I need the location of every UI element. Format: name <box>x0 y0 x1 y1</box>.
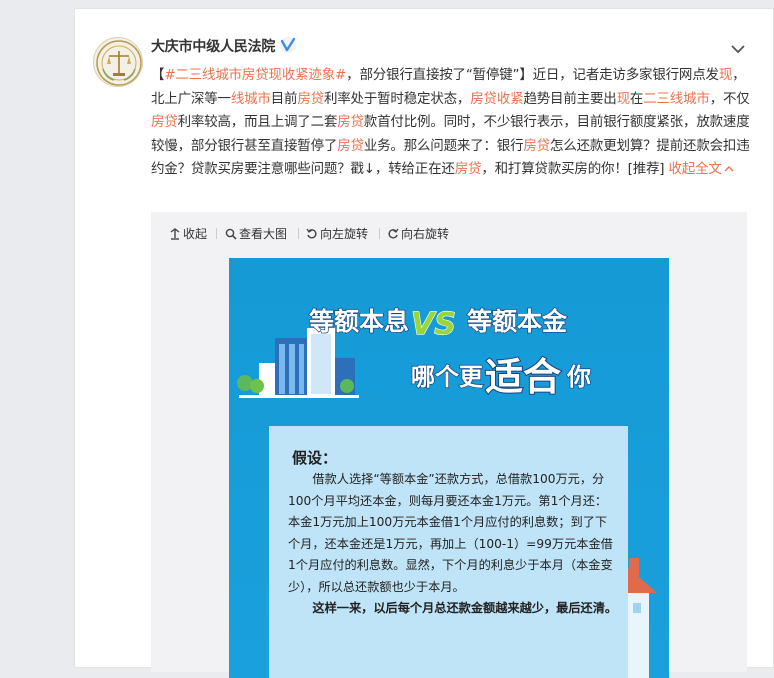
collapse-icon <box>170 227 180 240</box>
city-buildings-illustration <box>237 328 359 398</box>
magnifier-icon <box>225 228 237 240</box>
post-body: 【#二三线城市房贷现收紧迹象#，部分银行直接按了“暂停键”】近日，记者走访多家银… <box>151 67 750 177</box>
panel-paragraph-2: 这样一来，以后每个月总还款金额越来越少，最后还清。 <box>312 601 618 615</box>
weibo-post-card: 大庆市中级人民法院 【#二三线城市房贷现收紧迹象#，部分银行直接按了“暂停键”】… <box>74 8 774 678</box>
svg-text:VS: VS <box>411 307 456 342</box>
media-toolbar: 收起 查看大图 向左旋转 向右旋转 <box>151 212 747 252</box>
panel-text: 借款人选择“等额本金”还款方式，总借款100万元，分100个月平均还本金，则每月… <box>288 469 618 620</box>
infographic-image[interactable]: 等额本息 VS 等额本金 哪个更 适合 你 假设： 借款人选择“等额本金”还款方… <box>229 258 669 678</box>
chevron-down-icon[interactable] <box>731 39 745 54</box>
rotate-left-icon <box>306 228 317 239</box>
assumption-panel: 假设： 借款人选择“等额本金”还款方式，总借款100万元，分100个月平均还本金… <box>269 426 628 678</box>
court-emblem-icon <box>96 40 142 86</box>
collapse-image-button[interactable]: 收起 <box>169 225 207 242</box>
author-name[interactable]: 大庆市中级人民法院 <box>151 36 275 56</box>
svg-text:等额本息: 等额本息 <box>309 307 409 336</box>
rotate-right-button[interactable]: 向右旋转 <box>387 225 449 242</box>
svg-text:适合: 适合 <box>485 355 561 399</box>
collapse-text-link[interactable]: 收起全文 <box>668 161 734 177</box>
toolbar-divider <box>298 228 299 239</box>
panel-title: 假设： <box>292 449 338 467</box>
topic-link[interactable]: #二三线城市房贷现收紧迹象# <box>164 67 346 83</box>
author-avatar[interactable] <box>93 37 143 87</box>
chevron-up-icon <box>724 166 734 172</box>
media-viewer: 收起 查看大图 向左旋转 向右旋转 等额本息 VS 等额本金 哪个更 适合 你 … <box>151 212 747 678</box>
panel-paragraph-1: 借款人选择“等额本金”还款方式，总借款100万元，分100个月平均还本金，则每月… <box>288 472 613 594</box>
rotate-left-button[interactable]: 向左旋转 <box>306 225 368 242</box>
toolbar-divider <box>379 228 380 239</box>
svg-text:你: 你 <box>566 363 591 391</box>
verified-badge-icon <box>280 37 296 53</box>
rotate-right-icon <box>388 228 399 239</box>
view-large-button[interactable]: 查看大图 <box>225 225 287 242</box>
toolbar-divider <box>216 228 217 239</box>
svg-text:哪个更: 哪个更 <box>411 363 484 391</box>
svg-text:等额本金: 等额本金 <box>467 307 568 336</box>
